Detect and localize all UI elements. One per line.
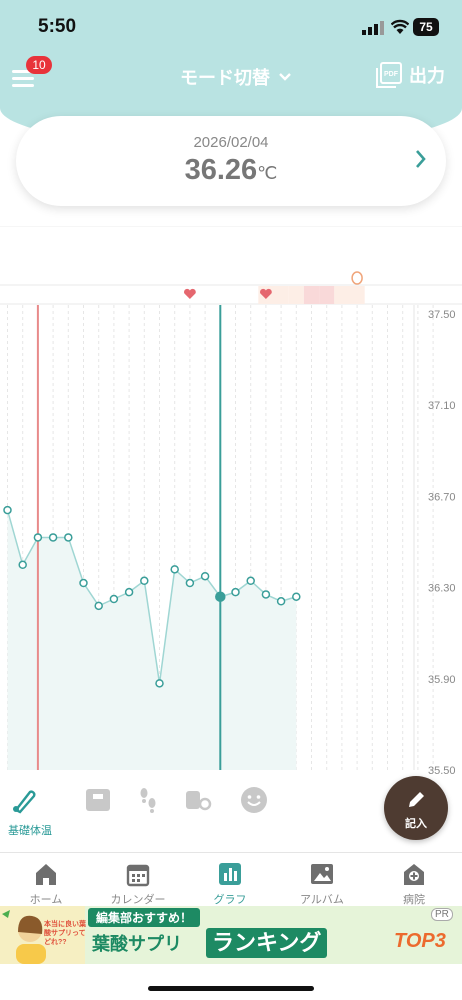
cellular-signal-icon <box>362 21 384 35</box>
thermometer-icon[interactable] <box>10 786 38 814</box>
mood-smile-icon[interactable] <box>240 786 268 814</box>
notification-badge: 10 <box>26 56 52 74</box>
record-button-label: 記入 <box>405 818 427 830</box>
pdf-icon: PDF <box>376 62 402 88</box>
mode-switch-label: モード切替 <box>180 68 270 88</box>
fertile-band <box>349 286 365 304</box>
nav-item-album[interactable]: アルバム <box>276 853 368 909</box>
calendar-icon <box>126 864 150 887</box>
temperature-point[interactable] <box>79 578 88 588</box>
blood-pressure-icon[interactable] <box>184 786 212 814</box>
y-tick-label: 35.90 <box>428 674 456 686</box>
temperature-point[interactable] <box>170 565 179 574</box>
battery-indicator: 75 <box>413 18 439 36</box>
temperature-point[interactable] <box>48 533 58 542</box>
temperature-point[interactable] <box>64 533 73 542</box>
temperature-point[interactable] <box>261 590 271 599</box>
temperature-point[interactable] <box>215 591 226 602</box>
home-icon <box>36 864 56 885</box>
chart-header-background <box>0 226 462 305</box>
temperature-point[interactable] <box>94 601 103 611</box>
active-tool-label: 基礎体温 <box>8 825 52 837</box>
nav-label-album: アルバム <box>300 894 344 906</box>
ad-top3: TOP3 <box>394 930 446 952</box>
temperature-point[interactable] <box>18 560 27 570</box>
temperature-point[interactable] <box>292 592 301 601</box>
svg-text:PDF: PDF <box>384 71 399 78</box>
temperature-point[interactable] <box>185 578 195 588</box>
temperature-value: 36.26 <box>184 154 258 186</box>
temperature-point[interactable] <box>33 533 43 542</box>
temperature-point[interactable] <box>276 597 286 606</box>
ad-bubble-text: 本当に良い葉酸サプリってどれ?? <box>44 921 86 946</box>
ad-headline: 葉酸サプリ <box>92 934 182 954</box>
ad-pr-label: PR <box>431 908 453 921</box>
hospital-icon <box>404 864 424 885</box>
pdf-output-button[interactable]: PDF 出力 <box>375 61 445 89</box>
home-indicator <box>148 986 314 991</box>
bottom-navigation: ホーム カレンダー グラフ アルバム 病院 <box>0 852 462 908</box>
ad-banner[interactable]: 本当に良い葉酸サプリってどれ?? 編集部おすすめ！ 葉酸サプリ ランキング TO… <box>0 906 462 964</box>
temperature-point[interactable] <box>155 679 164 688</box>
temperature-point[interactable] <box>246 576 255 586</box>
output-label: 出力 <box>409 66 445 86</box>
temperature-point[interactable] <box>109 594 119 604</box>
wifi-icon <box>391 19 409 34</box>
pencil-icon <box>409 792 424 807</box>
temperature-chart[interactable]: 2122232425262728293031123456789101112131… <box>0 226 462 774</box>
status-time: 5:50 <box>38 16 77 37</box>
ad-ranking: ランキング <box>206 928 328 958</box>
temperature-point[interactable] <box>124 587 134 597</box>
card-temperature: 36.26℃ <box>16 154 446 187</box>
selected-date-card[interactable]: 2026/02/04 36.26℃ <box>16 116 446 206</box>
fertile-band <box>303 286 320 304</box>
fertile-band <box>288 286 304 304</box>
y-tick-label: 37.10 <box>428 400 456 412</box>
temperature-point[interactable] <box>200 571 210 581</box>
ad-tag: 編集部おすすめ！ <box>88 908 201 927</box>
nav-label-hospital: 病院 <box>403 894 425 906</box>
weight-scale-icon[interactable] <box>84 786 112 814</box>
temperature-point[interactable] <box>140 576 149 586</box>
temperature-point[interactable] <box>3 505 12 515</box>
record-button[interactable]: 記入 <box>384 776 448 840</box>
y-tick-label: 36.70 <box>428 491 456 503</box>
ad-illustration: 本当に良い葉酸サプリってどれ?? <box>0 906 86 964</box>
card-date: 2026/02/04 <box>193 134 269 151</box>
fertile-band <box>273 286 289 304</box>
y-tick-label: 35.50 <box>428 765 456 774</box>
nav-label-calendar: カレンダー <box>110 894 166 906</box>
footprints-icon[interactable] <box>134 786 162 814</box>
mode-switch-button[interactable]: モード切替 <box>180 64 292 90</box>
bar-chart-icon <box>219 863 241 885</box>
fertile-band <box>334 286 350 304</box>
y-tick-label: 37.50 <box>428 309 456 321</box>
fertile-band <box>319 286 335 304</box>
chevron-right-icon[interactable] <box>414 148 428 170</box>
nav-item-home[interactable]: ホーム <box>0 853 92 909</box>
nav-item-hospital[interactable]: 病院 <box>368 853 460 909</box>
temperature-point[interactable] <box>231 587 240 597</box>
nav-item-graph[interactable]: グラフ <box>184 853 276 909</box>
nav-label-graph: グラフ <box>213 894 247 906</box>
chevron-down-icon <box>279 73 291 81</box>
y-tick-label: 36.30 <box>428 583 456 595</box>
photo-icon <box>311 864 333 884</box>
temperature-area <box>7 510 297 770</box>
temperature-unit: ℃ <box>257 163 278 183</box>
nav-label-home: ホーム <box>29 894 63 906</box>
nav-item-calendar[interactable]: カレンダー <box>92 853 184 909</box>
